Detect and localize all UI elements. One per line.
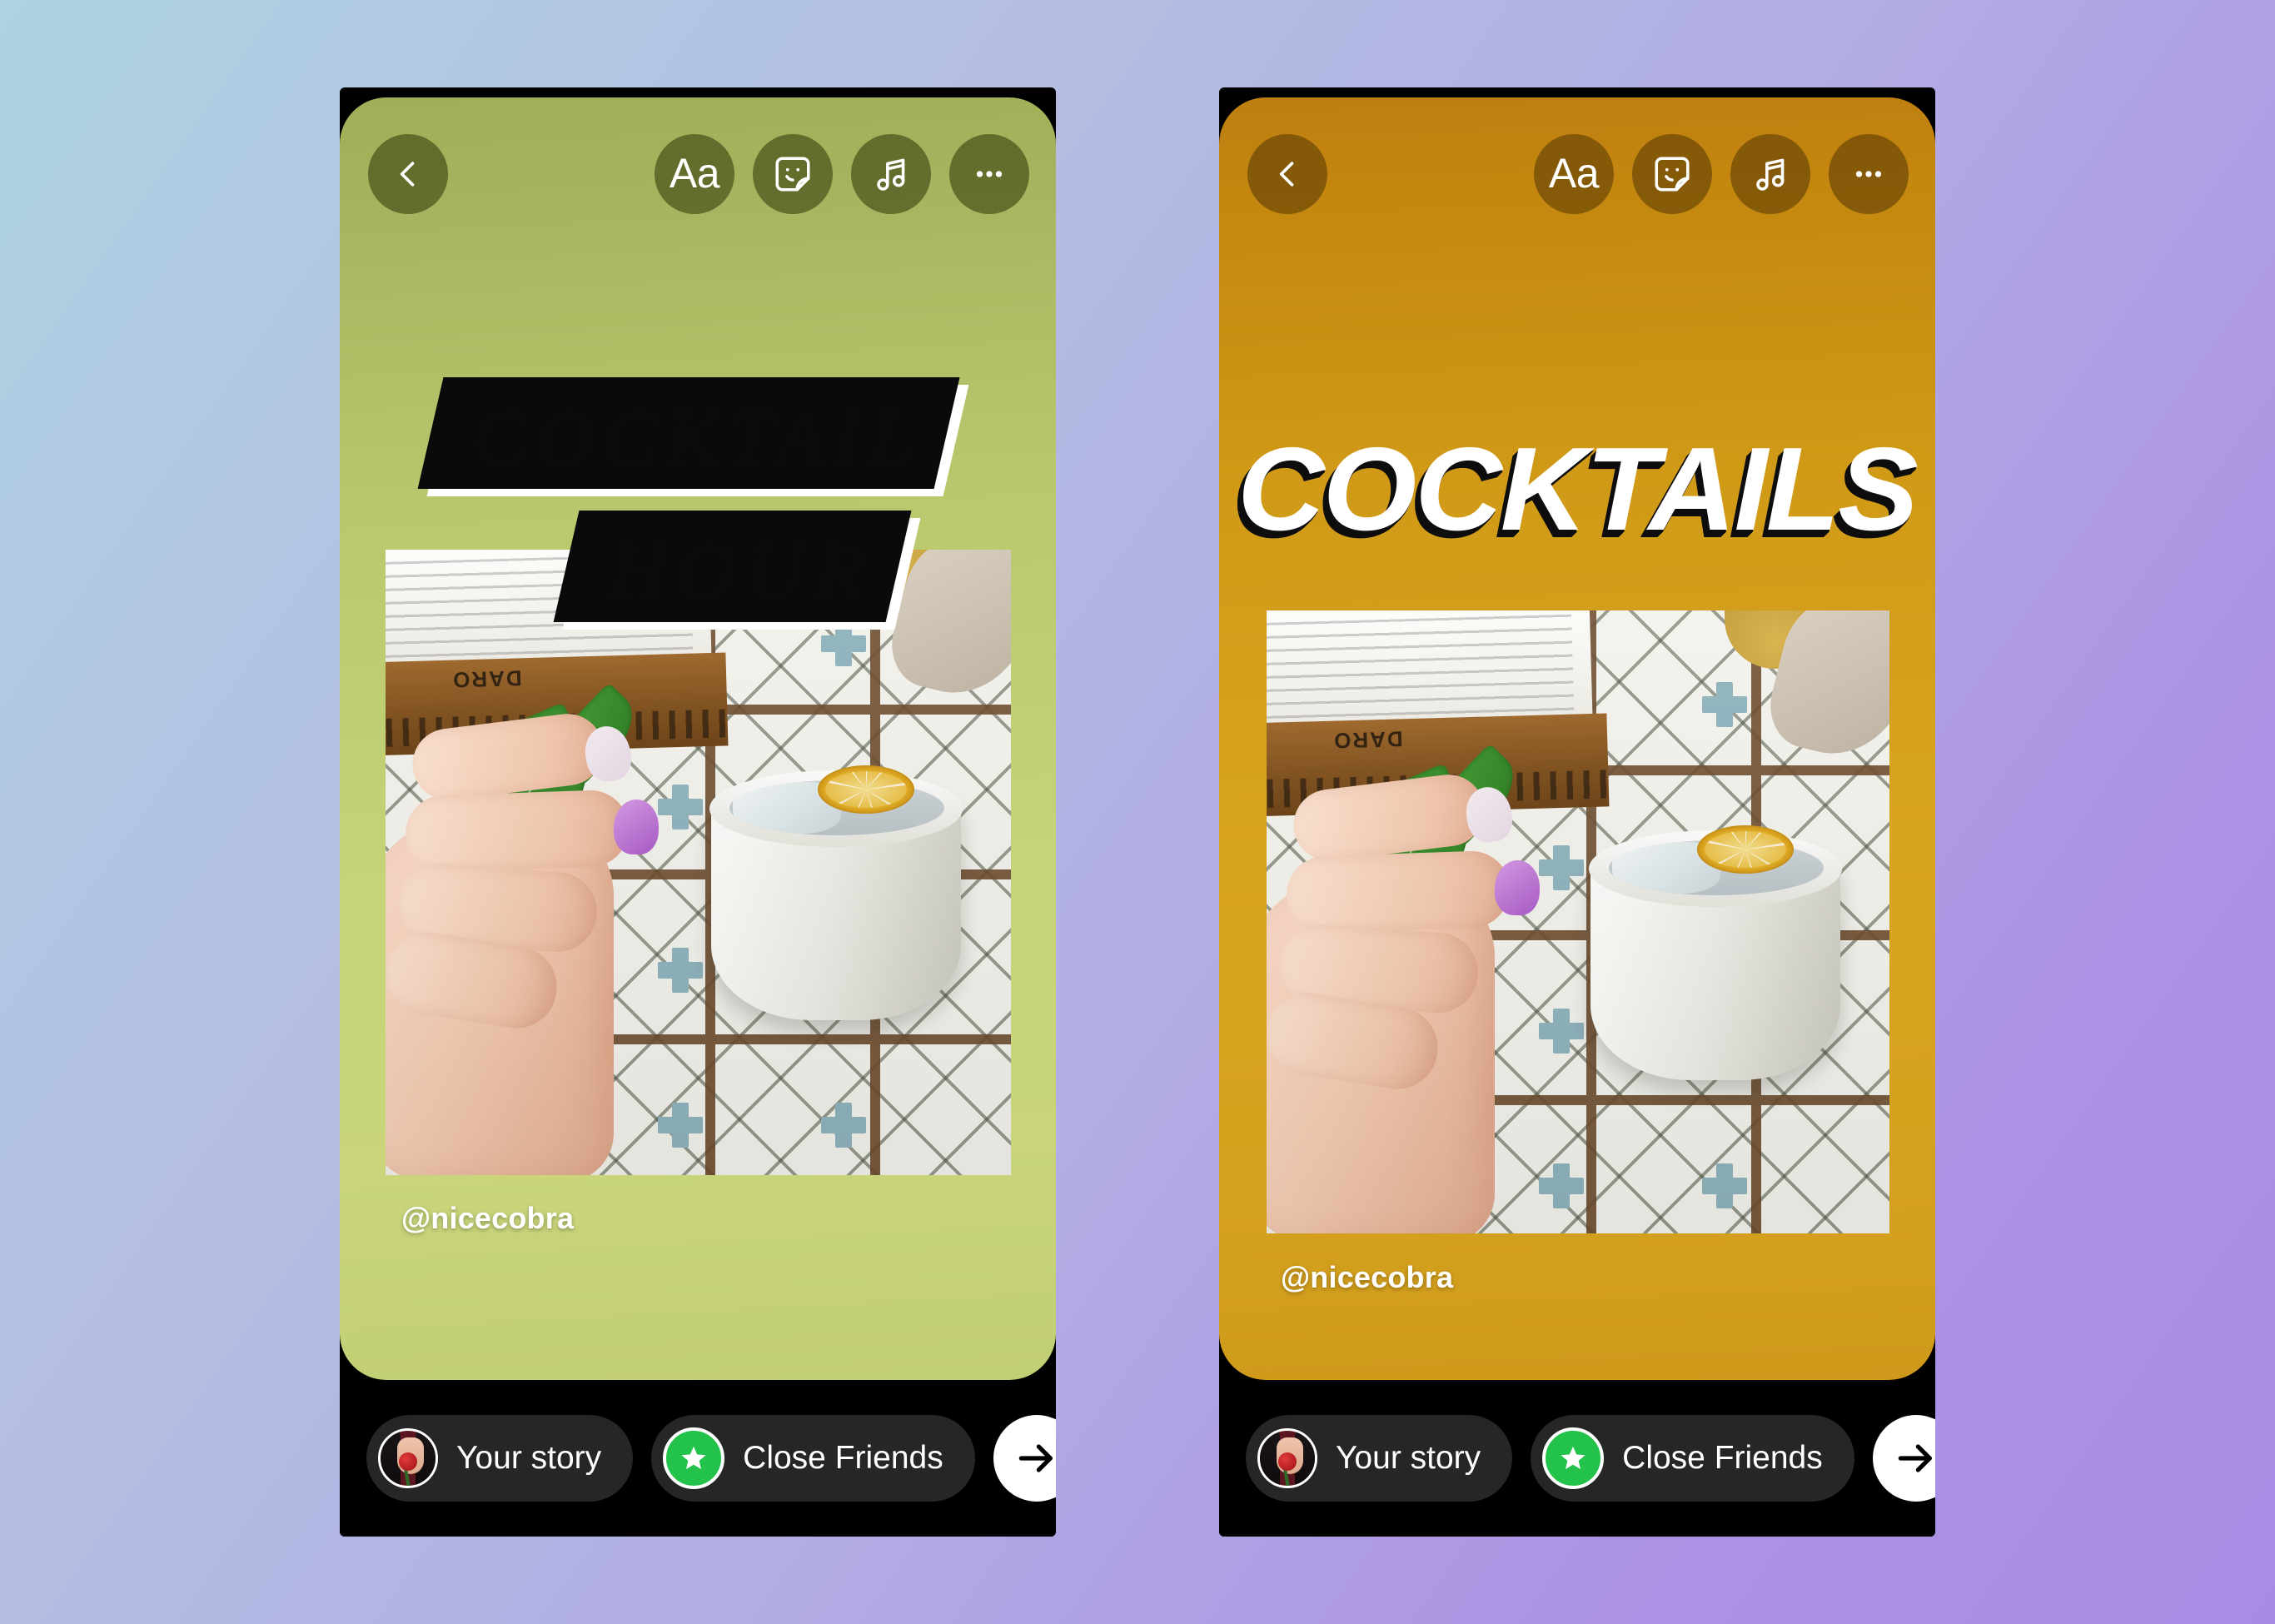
your-story-button[interactable]: Your story	[1246, 1415, 1513, 1502]
text-tool-button[interactable]: Aa	[1534, 134, 1614, 214]
stories-comparison-stage: DARO COCKTAIL HOUR @nicecobra Aa Your st…	[0, 0, 2275, 1624]
avatar	[1257, 1428, 1317, 1488]
phone-mockup-amber: DARO COCKTAILS @nicecobra Aa Your story …	[1219, 87, 1935, 1537]
close-friends-star-icon	[663, 1427, 725, 1489]
close-friends-label: Close Friends	[1622, 1440, 1823, 1476]
close-friends-button[interactable]: Close Friends	[651, 1415, 975, 1502]
avatar	[378, 1428, 438, 1488]
text-aa-icon: Aa	[669, 150, 720, 197]
back-button[interactable]	[1247, 134, 1327, 214]
dried-lemon-slice	[817, 765, 914, 814]
ellipsis-icon	[1855, 171, 1882, 177]
music-note-icon	[877, 158, 905, 191]
sticker-smiley-icon	[775, 157, 810, 192]
close-friends-button[interactable]: Close Friends	[1531, 1415, 1854, 1502]
sticker-tool-button[interactable]	[753, 134, 833, 214]
story-canvas-amber: DARO COCKTAILS @nicecobra Aa	[1219, 97, 1935, 1380]
phone-mockup-green: DARO COCKTAIL HOUR @nicecobra Aa Your st…	[340, 87, 1056, 1537]
story-handle-amber[interactable]: @nicecobra	[1281, 1260, 1453, 1295]
story-handle-green[interactable]: @nicecobra	[401, 1201, 574, 1236]
share-toolbar-amber: Your story Close Friends	[1219, 1380, 1935, 1537]
story-photo-amber[interactable]: DARO	[1267, 610, 1889, 1233]
coconut-cocktail-cup	[709, 762, 978, 1037]
music-note-icon	[1756, 158, 1785, 191]
arrow-right-icon	[1018, 1444, 1053, 1472]
sticker-smiley-icon	[1655, 157, 1690, 192]
title-slab-line1: COCKTAIL	[426, 385, 969, 496]
title-line1: COCKTAILS	[1237, 423, 1919, 555]
hand	[386, 675, 697, 1175]
more-tool-button[interactable]	[1829, 134, 1909, 214]
story-topbar-amber: Aa	[1219, 131, 1935, 217]
title-slab-line2: HOUR	[562, 517, 920, 630]
story-photo-green[interactable]: DARO	[386, 550, 1011, 1175]
chevron-left-icon	[1279, 162, 1294, 187]
text-tool-button[interactable]: Aa	[655, 134, 734, 214]
story-canvas-green: DARO COCKTAIL HOUR @nicecobra Aa	[340, 97, 1056, 1380]
arrow-right-icon	[1898, 1444, 1932, 1472]
chevron-left-icon	[400, 162, 415, 187]
story-title-amber[interactable]: COCKTAILS	[1219, 431, 1935, 549]
story-title-green[interactable]: COCKTAIL HOUR	[340, 385, 1056, 630]
your-story-label: Your story	[456, 1440, 602, 1476]
title-line2: HOUR	[609, 526, 875, 615]
send-button[interactable]	[1872, 1415, 1935, 1502]
your-story-label: Your story	[1336, 1440, 1481, 1476]
send-button[interactable]	[993, 1415, 1056, 1502]
close-friends-label: Close Friends	[743, 1440, 943, 1476]
coconut-cocktail-cup	[1588, 822, 1857, 1097]
dried-lemon-slice	[1696, 825, 1794, 874]
text-aa-icon: Aa	[1548, 150, 1600, 197]
music-tool-button[interactable]	[851, 134, 931, 214]
music-tool-button[interactable]	[1730, 134, 1810, 214]
sticker-tool-button[interactable]	[1632, 134, 1712, 214]
story-topbar-green: Aa	[340, 131, 1056, 217]
back-button[interactable]	[368, 134, 448, 214]
your-story-button[interactable]: Your story	[366, 1415, 634, 1502]
title-line1: COCKTAIL	[473, 393, 923, 482]
ellipsis-icon	[976, 171, 1003, 177]
share-toolbar-green: Your story Close Friends	[340, 1380, 1056, 1537]
close-friends-star-icon	[1542, 1427, 1605, 1489]
more-tool-button[interactable]	[949, 134, 1029, 214]
hand	[1267, 735, 1578, 1233]
